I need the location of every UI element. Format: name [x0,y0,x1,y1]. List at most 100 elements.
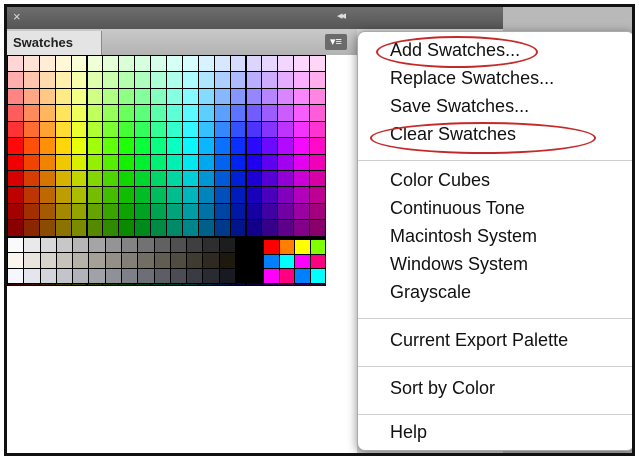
swatch-cell[interactable] [277,153,295,171]
swatch-cell[interactable] [245,186,263,204]
grey-swatch-cell[interactable] [72,267,90,284]
swatch-cell[interactable] [166,153,183,171]
swatch-cell[interactable] [213,202,231,221]
bright-swatch-cell[interactable] [263,253,280,270]
swatch-cell[interactable] [54,202,72,221]
swatch-cell[interactable] [38,120,56,139]
swatch-cell[interactable] [118,104,136,122]
swatch-cell[interactable] [134,202,152,221]
swatch-cell[interactable] [293,202,311,221]
swatch-cell[interactable] [181,186,199,204]
bright-swatch-cell[interactable] [294,239,311,255]
swatch-cell[interactable] [277,186,295,204]
swatch-cell[interactable] [309,219,326,237]
swatch-cell[interactable] [22,71,40,89]
swatch-cell[interactable] [213,153,231,171]
swatch-cell[interactable] [229,120,247,139]
swatch-cell[interactable] [213,55,231,73]
swatch-cell[interactable] [118,219,136,237]
swatch-cell[interactable] [38,104,56,122]
bright-swatch-cell[interactable] [278,239,295,255]
menu-item-grayscale[interactable]: Grayscale [390,282,471,303]
swatch-cell[interactable] [118,202,136,221]
swatch-cell[interactable] [150,202,167,221]
swatch-cell[interactable] [293,71,311,89]
swatch-cell[interactable] [86,71,104,89]
swatch-cell[interactable] [181,71,199,89]
swatch-cell[interactable] [102,104,120,122]
grey-swatch-cell[interactable] [218,267,236,284]
swatch-cell[interactable] [166,137,183,155]
grey-swatch-cell[interactable] [137,252,155,269]
swatch-cell[interactable] [229,186,247,204]
swatch-cell[interactable] [197,104,215,122]
swatch-cell[interactable] [54,87,72,106]
grey-swatch-cell[interactable] [55,267,74,284]
swatch-cell[interactable] [134,137,152,155]
swatch-cell[interactable] [38,87,56,106]
swatch-cell[interactable] [166,170,183,188]
bright-swatch-cell[interactable] [278,268,295,284]
swatch-cell[interactable] [134,55,152,73]
swatch-cell[interactable] [229,104,247,122]
swatch-cell[interactable] [7,137,24,155]
swatch-cell[interactable] [166,87,183,106]
swatch-cell[interactable] [22,153,40,171]
swatch-cell[interactable] [181,170,199,188]
swatch-cell[interactable] [38,55,56,73]
bright-swatch-cell[interactable] [263,268,280,284]
swatch-cell[interactable] [150,87,167,106]
menu-item-replace-swatches[interactable]: Replace Swatches... [390,68,554,89]
grey-swatch-cell[interactable] [121,237,139,254]
swatch-cell[interactable] [277,87,295,106]
swatch-cell[interactable] [118,120,136,139]
swatch-cell[interactable] [197,186,215,204]
swatch-cell[interactable] [134,186,152,204]
swatch-cell[interactable] [166,55,183,73]
menu-item-help[interactable]: Help [390,422,427,443]
bright-swatch-cell[interactable] [278,253,295,270]
swatch-cell[interactable] [213,186,231,204]
swatch-cell[interactable] [102,120,120,139]
swatch-cell[interactable] [166,202,183,221]
collapse-icon[interactable]: ◂◂ [337,9,346,22]
swatch-cell[interactable] [70,104,88,122]
swatch-cell[interactable] [54,55,72,73]
grey-swatch-cell[interactable] [104,267,122,284]
swatch-cell[interactable] [22,137,40,155]
grey-swatch-cell[interactable] [153,267,171,284]
swatch-cell[interactable] [86,137,104,155]
swatch-cell[interactable] [86,153,104,171]
swatch-cell[interactable] [293,137,311,155]
swatch-cell[interactable] [245,170,263,188]
grey-swatch-cell[interactable] [39,252,57,269]
swatch-cell[interactable] [166,120,183,139]
swatch-cell[interactable] [102,219,120,237]
swatch-cell[interactable] [22,219,40,237]
swatch-cell[interactable] [261,55,279,73]
grey-swatch-cell[interactable] [202,252,220,269]
swatch-cell[interactable] [293,120,311,139]
grey-swatch-cell[interactable] [88,267,106,284]
swatch-cell[interactable] [245,137,263,155]
swatch-cell[interactable] [277,219,295,237]
swatch-cell[interactable] [54,71,72,89]
swatch-cell[interactable] [22,55,40,73]
swatch-cell[interactable] [261,104,279,122]
grey-swatch-cell[interactable] [39,267,57,284]
swatch-cell[interactable] [150,186,167,204]
grey-swatch-cell[interactable] [169,267,188,284]
swatch-cell[interactable] [150,153,167,171]
swatch-cell[interactable] [213,137,231,155]
swatch-cell[interactable] [7,120,24,139]
swatch-cell[interactable] [261,137,279,155]
swatch-cell[interactable] [70,71,88,89]
swatch-cell[interactable] [54,137,72,155]
swatch-cell[interactable] [70,137,88,155]
menu-item-windows-system[interactable]: Windows System [390,254,528,275]
menu-item-continuous-tone[interactable]: Continuous Tone [390,198,525,219]
swatch-cell[interactable] [293,170,311,188]
grey-swatch-rows[interactable] [7,237,236,284]
swatch-cell[interactable] [245,87,263,106]
swatch-cell[interactable] [86,120,104,139]
